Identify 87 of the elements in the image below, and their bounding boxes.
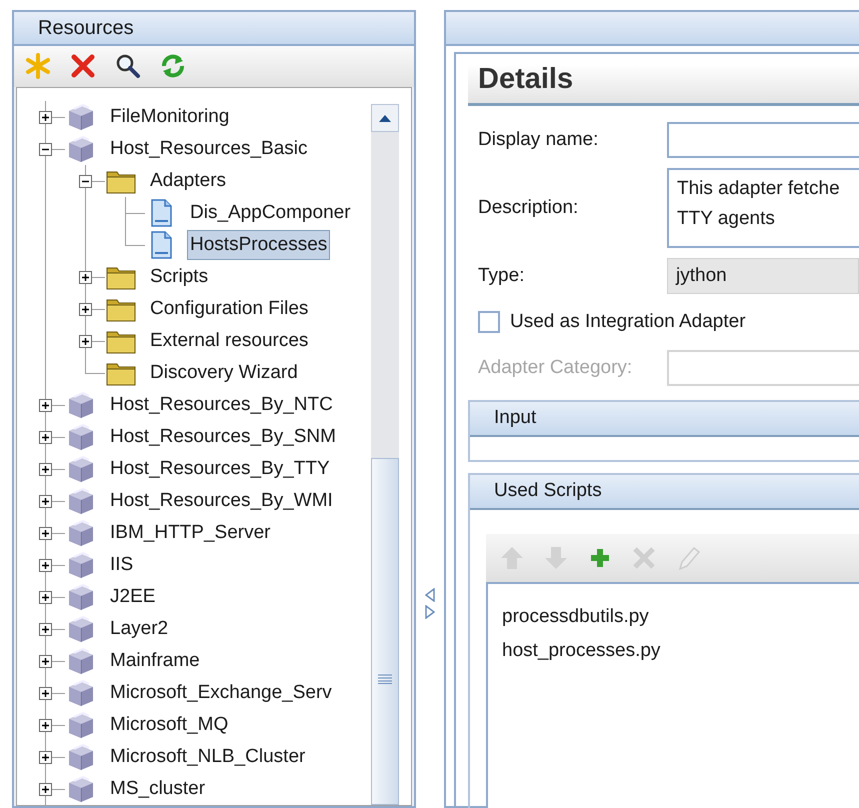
field-label: Description: [478,196,580,220]
tree-item[interactable]: Layer2 [107,614,172,644]
plus-icon [41,625,50,634]
expand-toggle[interactable] [39,751,52,764]
tree-item[interactable]: FileMonitoring [107,102,232,132]
list-item[interactable]: processdbutils.py [502,600,859,634]
tree-item[interactable]: Host_Resources_By_TTY [107,454,333,484]
tree-item[interactable]: HostsProcesses [187,230,330,260]
field-label: Type: [478,264,526,288]
search-icon [114,52,142,80]
delete-button[interactable] [69,52,97,80]
search-button[interactable] [114,52,142,80]
expand-toggle[interactable] [39,399,52,412]
tree-item[interactable]: MS_cluster [107,774,208,804]
checkbox[interactable] [478,311,500,333]
tree-item[interactable]: Host_Resources_Basic [107,134,310,164]
expand-toggle[interactable] [39,591,52,604]
expand-toggle[interactable] [79,271,92,284]
plus-icon [81,273,90,282]
tree-item[interactable]: Mainframe [107,646,203,676]
asterisk-icon [24,52,52,80]
expand-toggle[interactable] [39,719,52,732]
expand-toggle[interactable] [39,111,52,124]
type-field: jython [667,258,859,294]
tree-item[interactable]: IBM_HTTP_Server [107,518,274,548]
expand-toggle[interactable] [39,431,52,444]
triangle-up-icon [379,114,391,122]
tree-item[interactable]: Discovery Wizard [147,358,301,388]
tree-item[interactable]: Microsoft_Exchange_Serv [107,678,335,708]
field-label: Adapter Category: [478,356,634,380]
section-title: Input [494,406,536,430]
section-title: Used Scripts [494,479,602,504]
plus-icon [41,113,50,122]
plus-icon [41,465,50,474]
collapse-toggle[interactable] [39,143,52,156]
plus-icon [41,721,50,730]
field-label: Display name: [478,128,600,152]
text-field[interactable] [667,122,859,158]
plus-icon [41,657,50,666]
delete-icon [69,52,97,80]
plus-icon [41,689,50,698]
grip-icon [378,674,392,684]
tree-item[interactable]: Microsoft_NLB_Cluster [107,742,308,772]
plus-icon [41,529,50,538]
scroll-up-button[interactable] [371,104,399,132]
expand-toggle[interactable] [39,559,52,572]
details-title: Details [478,62,574,96]
list-item[interactable]: host_processes.py [502,634,859,668]
tree-item[interactable]: Host_Resources_By_NTC [107,390,336,420]
tree-item[interactable]: Dis_AppComponer [187,198,354,228]
tree-item[interactable]: Microsoft_MQ [107,710,232,740]
tree-item[interactable]: Host_Resources_By_WMI [107,486,336,516]
plus-icon [81,305,90,314]
expand-toggle[interactable] [39,687,52,700]
triangle-left-icon[interactable] [425,588,435,602]
expand-toggle[interactable] [39,623,52,636]
tree-item[interactable]: Scripts [147,262,212,292]
expand-toggle[interactable] [39,495,52,508]
tree-item[interactable]: External resources [147,326,312,356]
description-field[interactable]: This adapter fetche TTY agents [667,168,859,248]
tree-item[interactable]: IIS [107,550,136,580]
plus-icon [81,337,90,346]
plus-icon [41,433,50,442]
plus-icon [41,497,50,506]
expand-toggle[interactable] [79,335,92,348]
expand-toggle[interactable] [79,303,92,316]
scrollbar[interactable] [371,104,399,805]
scroll-thumb[interactable] [371,458,399,805]
plus-icon [41,593,50,602]
expand-toggle[interactable] [39,463,52,476]
expand-toggle[interactable] [39,527,52,540]
checkbox-label: Used as Integration Adapter [510,310,746,334]
expand-toggle[interactable] [39,655,52,668]
tree-item[interactable]: J2EE [107,582,158,612]
tree-item[interactable]: Configuration Files [147,294,312,324]
panel-title: Resources [38,16,134,41]
refresh-button[interactable] [159,52,187,80]
tree-item[interactable]: Host_Resources_By_SNM [107,422,339,452]
plus-icon [41,561,50,570]
plus-icon [41,753,50,762]
collapse-toggle[interactable] [79,175,92,188]
tree-item[interactable]: Adapters [147,166,230,196]
triangle-right-icon[interactable] [425,605,435,619]
plus-icon [41,401,50,410]
plus-icon [41,785,50,794]
expand-toggle[interactable] [39,783,52,796]
refresh-icon [159,52,187,80]
